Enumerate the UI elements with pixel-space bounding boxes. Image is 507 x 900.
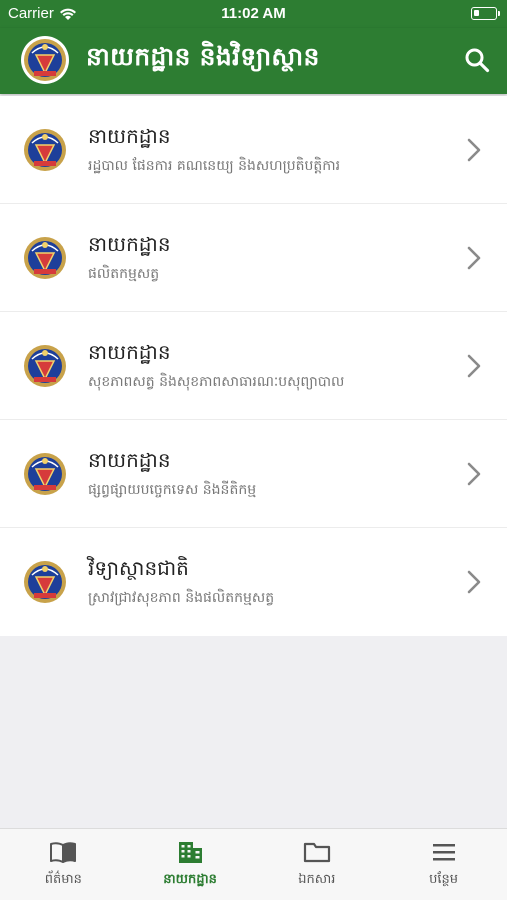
item-title: នាយកដ្ឋាន	[88, 340, 171, 364]
chevron-right-icon	[467, 138, 481, 162]
tab-departments[interactable]: នាយកដ្ឋាន	[127, 829, 254, 900]
list-item[interactable]: នាយកដ្ឋាន ផ្សព្វផ្សាយបច្ចេកទេស និងនីតិកម…	[0, 420, 507, 528]
item-title: វិទ្យាស្ថានជាតិ	[88, 556, 189, 580]
status-bar: Carrier 11:02 AM	[0, 0, 507, 28]
list-item[interactable]: នាយកដ្ឋាន ផលិតកម្មសត្វ	[0, 204, 507, 312]
item-subtitle: ផ្សព្វផ្សាយបច្ចេកទេស និងនីតិកម្ម	[88, 482, 257, 498]
logo-icon	[21, 450, 69, 498]
building-icon	[179, 842, 203, 863]
tab-label: នាយកដ្ឋាន	[163, 872, 217, 887]
chevron-right-icon	[467, 354, 481, 378]
list-item[interactable]: នាយកដ្ឋាន រដ្ឋបាល ផែនការ គណនេយ្យ និងសហប្…	[0, 96, 507, 204]
item-subtitle: រដ្ឋបាល ផែនការ គណនេយ្យ និងសហប្រតិបត្តិកា…	[88, 158, 341, 174]
chevron-right-icon	[467, 246, 481, 270]
logo-icon	[21, 342, 69, 390]
status-time: 11:02 AM	[221, 5, 286, 22]
tab-more[interactable]: បន្ថែម	[380, 829, 507, 900]
chevron-right-icon	[467, 462, 481, 486]
chevron-right-icon	[467, 570, 481, 594]
battery-icon	[471, 7, 500, 20]
book-icon	[50, 842, 77, 863]
logo-icon	[21, 234, 69, 282]
item-title: នាយកដ្ឋាន	[88, 124, 171, 148]
tab-documents[interactable]: ឯកសារ	[254, 829, 381, 900]
page-title: នាយកដ្ឋាន និងវិទ្យាស្ថាន	[86, 42, 320, 71]
department-list: នាយកដ្ឋាន រដ្ឋបាល ផែនការ គណនេយ្យ និងសហប្…	[0, 96, 507, 636]
logo-icon	[21, 36, 69, 84]
item-subtitle: ផលិតកម្មសត្វ	[88, 266, 160, 282]
tab-news[interactable]: ព័ត៌មាន	[0, 829, 127, 900]
item-title: នាយកដ្ឋាន	[88, 232, 171, 256]
tab-label: បន្ថែម	[429, 872, 459, 887]
list-item[interactable]: នាយកដ្ឋាន សុខភាពសត្វ និងសុខភាពសាធារណៈបសុ…	[0, 312, 507, 420]
item-subtitle: ស្រាវជ្រាវសុខភាព និងផលិតកម្មសត្វ	[88, 590, 275, 606]
tab-bar: ព័ត៌មាន នាយកដ្ឋាន ឯកសារ បន្ថែម	[0, 828, 507, 900]
logo-icon	[21, 558, 69, 606]
search-icon[interactable]	[463, 46, 491, 74]
item-title: នាយកដ្ឋាន	[88, 448, 171, 472]
item-subtitle: សុខភាពសត្វ និងសុខភាពសាធារណៈបសុព្យាបាល	[88, 374, 345, 390]
menu-icon	[432, 844, 455, 861]
folder-icon	[303, 842, 330, 863]
tab-label: ឯកសារ	[298, 872, 336, 887]
logo-icon	[21, 126, 69, 174]
app-header: នាយកដ្ឋាន និងវិទ្យាស្ថាន	[0, 28, 507, 94]
tab-label: ព័ត៌មាន	[44, 872, 82, 887]
list-item[interactable]: វិទ្យាស្ថានជាតិ ស្រាវជ្រាវសុខភាព និងផលិត…	[0, 528, 507, 636]
